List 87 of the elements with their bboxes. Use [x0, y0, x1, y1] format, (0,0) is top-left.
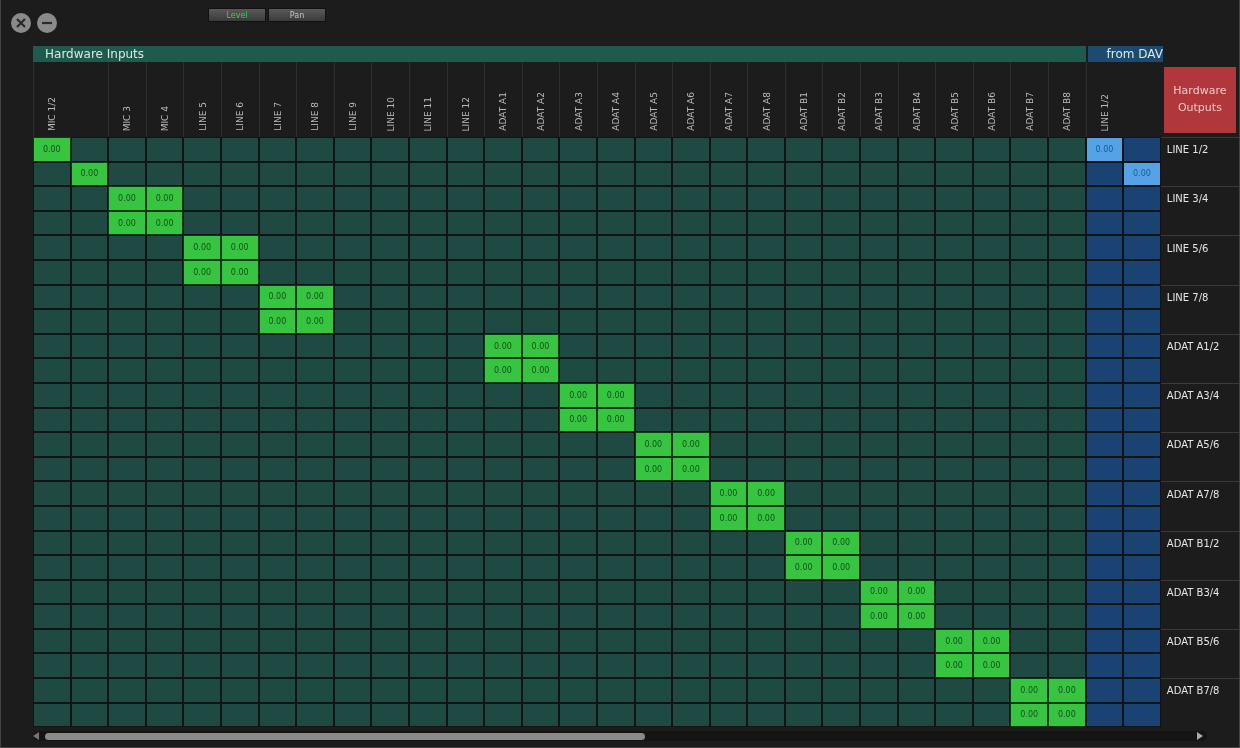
output-label: ADAT A1/2 — [1166, 341, 1220, 353]
column-label: ADAT A6 — [686, 92, 697, 131]
column-label: ADAT B3 — [874, 92, 885, 131]
output-label: ADAT A5/6 — [1166, 439, 1220, 451]
output-label: ADAT B1/2 — [1166, 537, 1220, 549]
matrix-cell[interactable]: 0.00 — [747, 481, 785, 506]
matrix-cell[interactable]: 0.00 — [484, 333, 522, 359]
matrix-cell[interactable]: 0.00 — [145, 186, 184, 211]
matrix-cell[interactable]: 0.00 — [296, 309, 334, 334]
matrix-cell[interactable]: 0.00 — [860, 604, 898, 629]
tab[interactable]: Pan — [268, 8, 326, 22]
matrix-cell[interactable]: 0.00 — [1010, 678, 1049, 703]
matrix-cell[interactable]: 0.00 — [634, 432, 673, 457]
column-label: ADAT A2 — [536, 92, 546, 131]
matrix-cell[interactable]: 0.00 — [183, 235, 221, 260]
minimize-icon[interactable] — [37, 13, 57, 33]
column-label: ADAT B5 — [949, 92, 960, 131]
matrix-cell[interactable]: 0.00 — [559, 407, 597, 433]
matrix-cell[interactable]: 0.00 — [1048, 702, 1086, 728]
hardware-outputs-button[interactable]: Hardware Outputs — [1163, 66, 1236, 133]
column-label: ADAT B4 — [911, 92, 922, 131]
output-label: ADAT B3/4 — [1166, 587, 1220, 598]
column-label: LINE 6 — [235, 102, 246, 131]
column-label: ADAT A8 — [761, 92, 772, 131]
tab[interactable]: Level — [208, 8, 266, 22]
section-header: from DAV — [1087, 46, 1163, 62]
matrix-cell[interactable]: 0.00 — [897, 604, 936, 629]
matrix-cell[interactable]: 0.00 — [747, 505, 785, 531]
matrix-cell[interactable]: 0.00 — [672, 456, 710, 482]
output-label: LINE 5/6 — [1166, 242, 1209, 254]
column-label: LINE 8 — [310, 102, 321, 131]
matrix-cell[interactable]: 0.00 — [108, 210, 146, 236]
scrollbar-thumb[interactable] — [45, 732, 645, 740]
scroll-right-icon[interactable] — [1197, 732, 1203, 741]
matrix-cell[interactable]: 0.00 — [220, 235, 259, 260]
output-label: ADAT A3/4 — [1166, 390, 1220, 402]
output-label: ADAT B7/8 — [1166, 685, 1220, 697]
matrix-cell[interactable]: 0.00 — [784, 555, 823, 580]
matrix-cell[interactable]: 0.00 — [258, 309, 297, 334]
column-label: ADAT B7 — [1024, 92, 1035, 131]
column-label: LINE 12 — [460, 96, 471, 131]
matrix-cell[interactable]: 0.00 — [822, 530, 861, 556]
matrix-cell[interactable]: 0.00 — [521, 358, 560, 383]
matrix-cell[interactable]: 0.00 — [1085, 137, 1124, 162]
matrix-cell[interactable]: 0.00 — [709, 481, 748, 506]
column-label: ADAT B1 — [799, 92, 810, 131]
matrix-cell[interactable]: 0.00 — [822, 555, 861, 580]
column-label: LINE 11 — [423, 96, 434, 131]
column-label: LINE 7 — [272, 102, 283, 131]
output-label: LINE 3/4 — [1166, 193, 1209, 205]
column-label: MIC 4 — [160, 105, 171, 131]
column-label: MIC 1/2 — [47, 96, 58, 131]
matrix-cell[interactable]: 0.00 — [935, 628, 973, 654]
matrix-cell[interactable]: 0.00 — [860, 579, 898, 605]
column-label: ADAT B2 — [836, 92, 847, 131]
output-label: LINE 7/8 — [1166, 291, 1209, 303]
scroll-left-icon[interactable] — [33, 732, 39, 741]
column-label: LINE 9 — [348, 102, 359, 131]
column-label: MIC 3 — [122, 105, 133, 131]
column-label: LINE 10 — [385, 96, 396, 131]
matrix-cell[interactable]: 0.00 — [972, 653, 1011, 679]
output-label: ADAT A7/8 — [1166, 488, 1220, 500]
matrix-cell[interactable]: 0.00 — [1010, 702, 1049, 728]
horizontal-scrollbar[interactable] — [33, 731, 1207, 742]
matrix-cell[interactable]: 0.00 — [672, 432, 710, 457]
column-label: LINE 1/2 — [1099, 93, 1110, 131]
column-label: ADAT B6 — [987, 92, 998, 131]
column-label: ADAT A7 — [724, 92, 734, 131]
column-label: ADAT A3 — [573, 92, 584, 131]
column-label: ADAT A1 — [498, 92, 509, 131]
output-label: ADAT B5/6 — [1166, 636, 1220, 648]
matrix-cell[interactable]: 0.00 — [33, 137, 71, 162]
matrix-cell[interactable]: 0.00 — [1048, 678, 1086, 703]
column-label: LINE 5 — [197, 102, 208, 131]
section-header: Hardware Inputs — [33, 46, 1086, 62]
close-icon[interactable] — [11, 13, 31, 33]
output-label: LINE 1/2 — [1166, 144, 1209, 156]
column-label: ADAT A4 — [611, 92, 622, 131]
matrix-cell[interactable]: 0.00 — [559, 382, 597, 408]
matrix-cell[interactable]: 0.00 — [1123, 161, 1161, 187]
column-label: ADAT B8 — [1062, 92, 1073, 131]
matrix-cell[interactable]: 0.00 — [108, 186, 146, 211]
column-label: ADAT A5 — [648, 92, 659, 131]
matrix-cell[interactable]: 0.00 — [296, 284, 334, 310]
matrix-cell[interactable]: 0.00 — [183, 259, 221, 285]
matrix-cell[interactable]: 0.00 — [484, 358, 522, 383]
matrix-cell[interactable]: 0.00 — [935, 653, 973, 679]
